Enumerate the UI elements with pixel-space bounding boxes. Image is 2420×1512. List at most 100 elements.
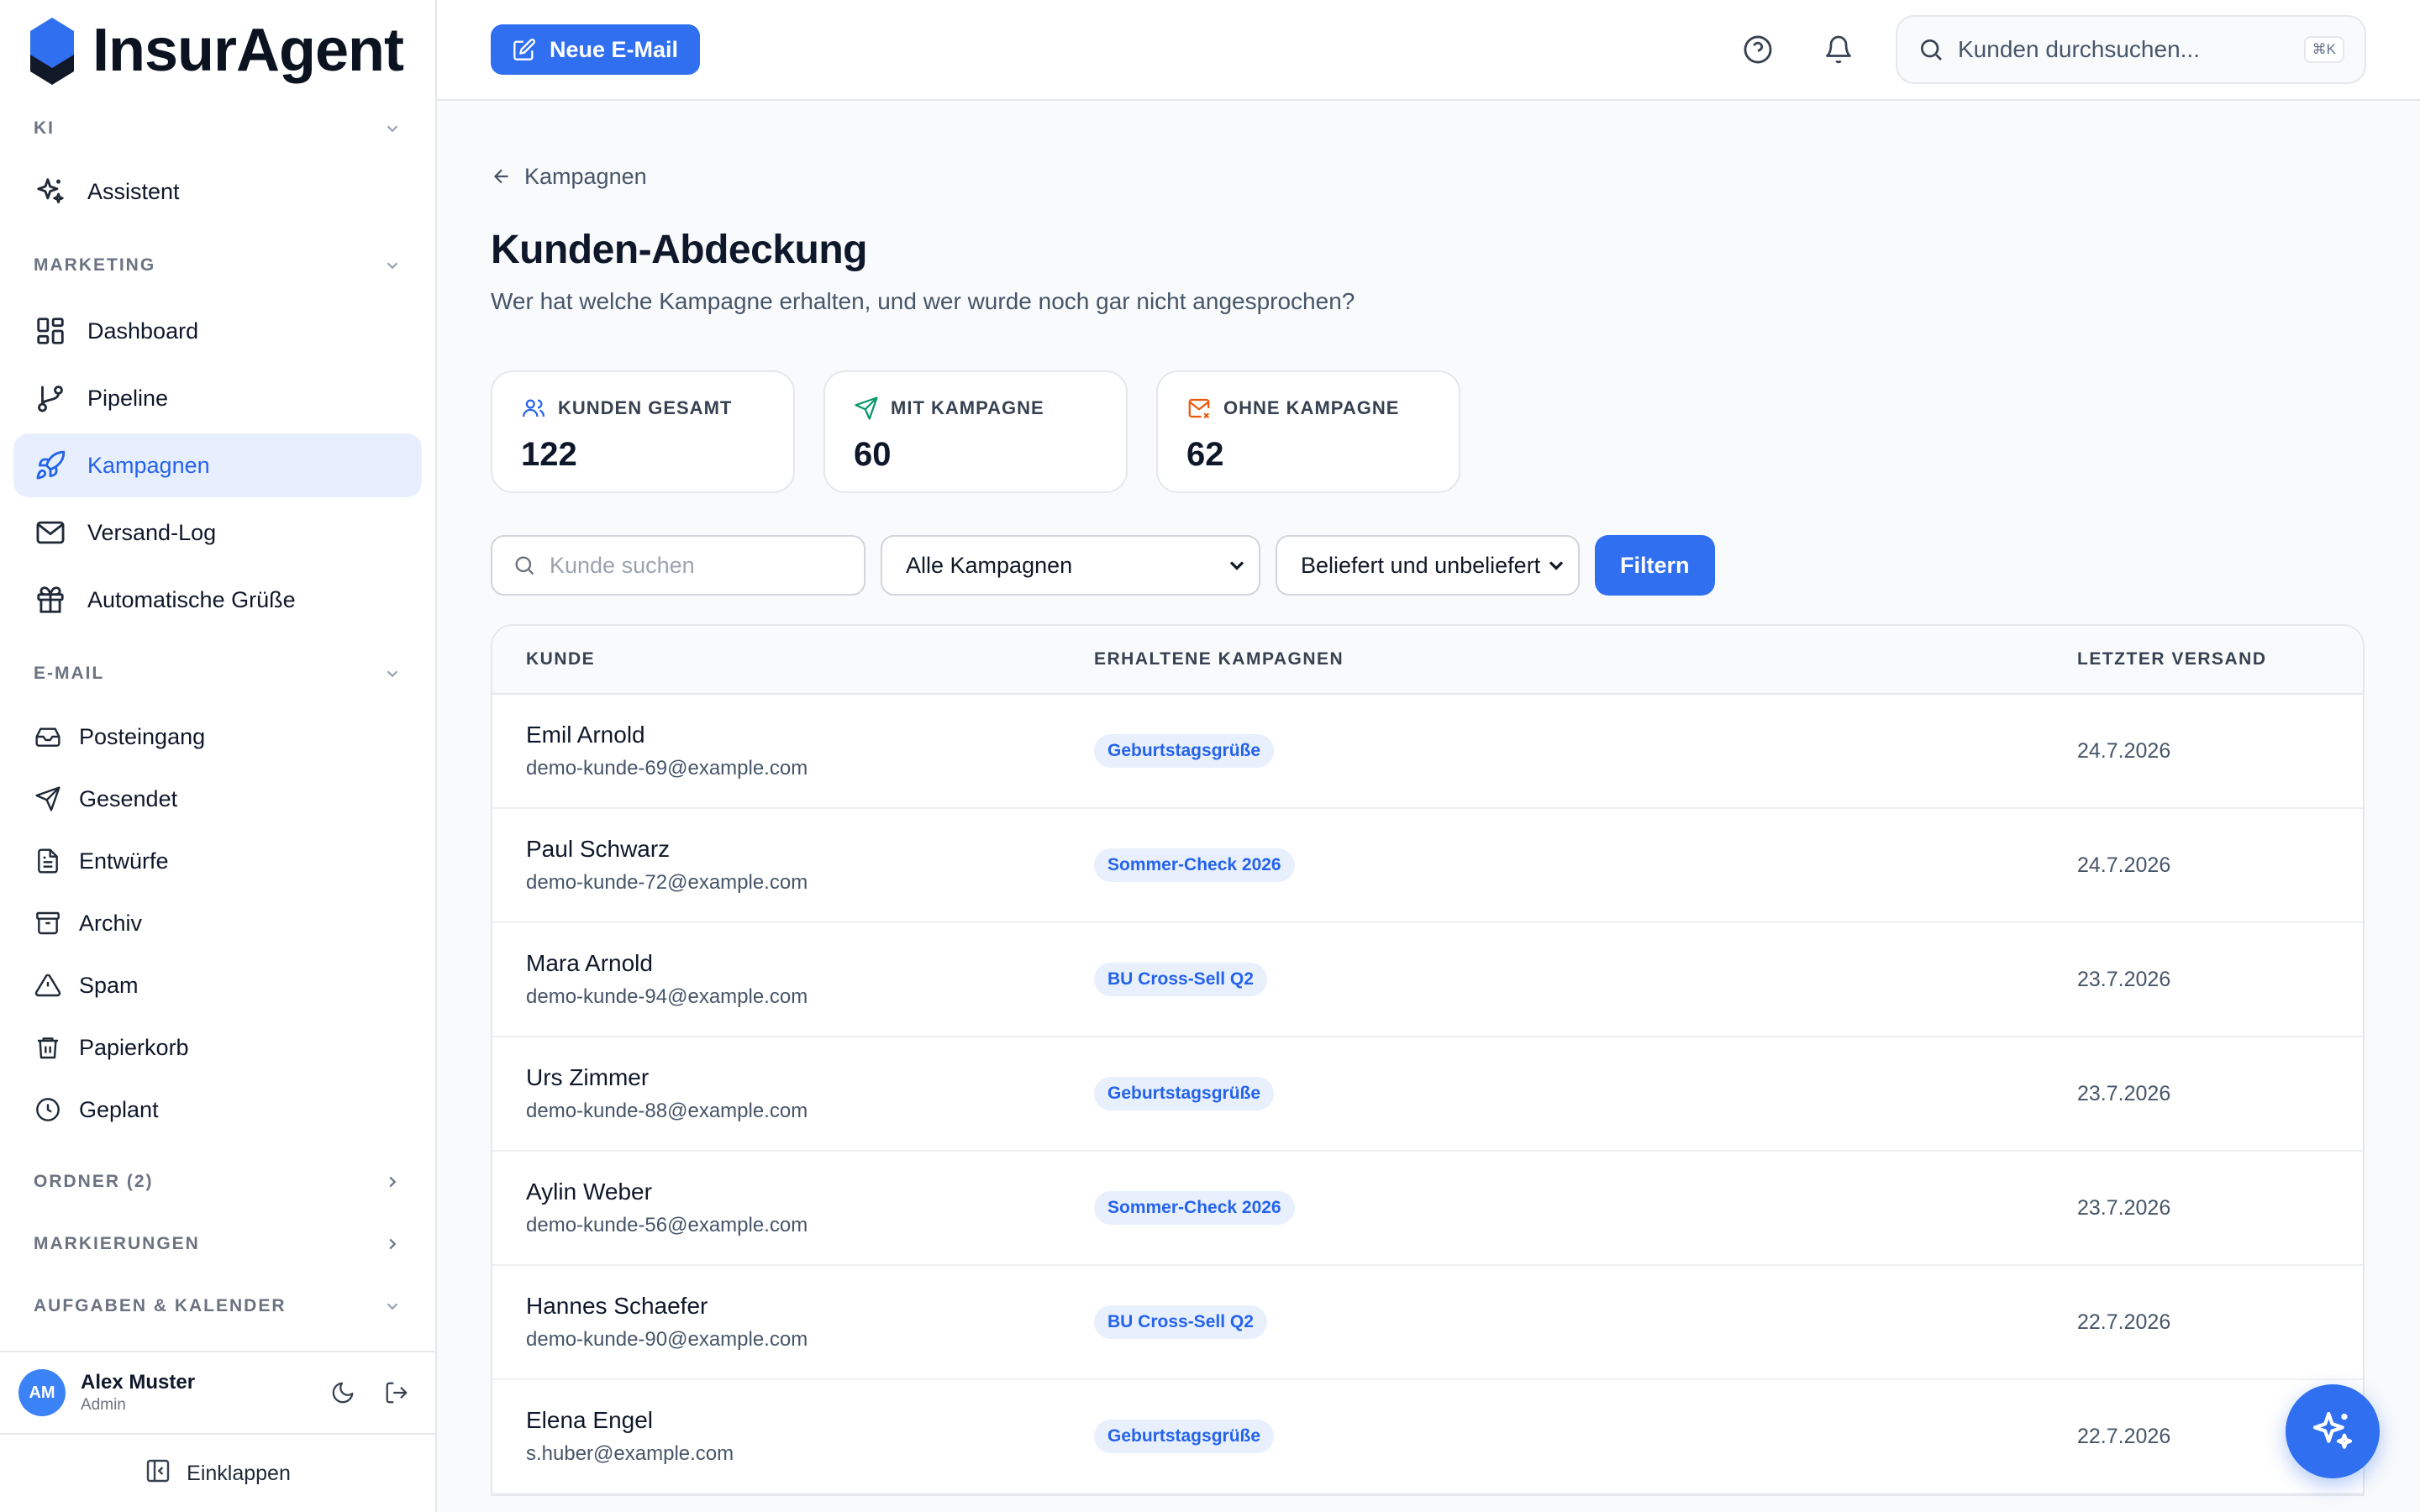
campaign-tag[interactable]: BU Cross-Sell Q2 (1094, 1305, 1267, 1339)
table-row[interactable]: Urs Zimmer demo-kunde-88@example.com Gebur… (492, 1037, 2363, 1152)
customer-cell: Mara Arnold demo-kunde-94@example.com (492, 950, 1094, 1009)
sidebar-item-entwuerfe[interactable]: Entwürfe (13, 832, 422, 890)
collapse-sidebar-button[interactable]: Einklappen (0, 1433, 435, 1512)
column-header-last-sent[interactable]: LETZTER VERSAND (2077, 649, 2363, 669)
chevron-right-icon (389, 1176, 397, 1188)
sidebar-item-automatische-gruesse[interactable]: Automatische Grüße (13, 568, 422, 632)
sidebar-item-geplant[interactable]: Geplant (13, 1080, 422, 1139)
section-email[interactable]: E-MAIL (13, 643, 422, 704)
rocket-icon (34, 449, 67, 482)
customer-search-input[interactable]: Kunden durchsuchen... ⌘K (1896, 15, 2366, 84)
notifications-button[interactable] (1815, 26, 1862, 73)
campaign-select[interactable]: Alle Kampagnen (881, 535, 1260, 596)
customer-cell: Elena Engel s.huber@example.com (492, 1407, 1094, 1466)
customer-name[interactable]: Emil Arnold (526, 722, 1094, 748)
section-title: E-MAIL (34, 664, 105, 683)
last-sent-date: 23.7.2026 (2077, 967, 2171, 991)
sidebar-item-gesendet[interactable]: Gesendet (13, 769, 422, 828)
sidebar-item-assistent[interactable]: Assistent (13, 160, 422, 223)
customer-filter-input[interactable]: Kunde suchen (491, 535, 865, 596)
section-markierungen[interactable]: MARKIERUNGEN (13, 1213, 422, 1275)
mail-icon (34, 516, 67, 549)
customer-name[interactable]: Urs Zimmer (526, 1064, 1094, 1091)
git-branch-icon (34, 381, 67, 415)
campaigns-cell: Geburtstagsgrüße (1094, 734, 2077, 768)
filter-button[interactable]: Filtern (1595, 535, 1715, 596)
back-link[interactable]: Kampagnen (491, 160, 2366, 193)
sidebar-item-label: Versand-Log (87, 519, 217, 545)
new-email-button[interactable]: Neue E-Mail (491, 24, 701, 75)
table-row[interactable]: Hannes Schaefer demo-kunde-90@example.com… (492, 1266, 2363, 1380)
column-header-campaigns[interactable]: ERHALTENE KAMPAGNEN (1094, 649, 2077, 669)
mail-x-icon (1186, 396, 1212, 421)
table-row[interactable]: Emil Arnold demo-kunde-69@example.com Gebu… (492, 695, 2363, 809)
table-row[interactable]: Paul Schwarz demo-kunde-72@example.com Som… (492, 809, 2363, 923)
sidebar-item-pipeline[interactable]: Pipeline (13, 366, 422, 430)
stats: KUNDEN GESAMT 122 MIT KAMPAGNE 60 OHNE K… (491, 370, 2366, 493)
campaign-select-value: Alle Kampagnen (906, 552, 1073, 578)
sidebar-item-kampagnen[interactable]: Kampagnen (13, 433, 422, 497)
sidebar-item-papierkorb[interactable]: Papierkorb (13, 1018, 422, 1077)
customer-email: demo-kunde-94@example.com (526, 985, 808, 1008)
delivery-select[interactable]: Beliefert und unbeliefert (1276, 535, 1580, 596)
campaigns-cell: Geburtstagsgrüße (1094, 1420, 2077, 1453)
last-sent-date: 22.7.2026 (2077, 1424, 2171, 1448)
customer-name[interactable]: Aylin Weber (526, 1179, 1094, 1205)
sidebar-item-dashboard[interactable]: Dashboard (13, 299, 422, 363)
customer-name[interactable]: Hannes Schaefer (526, 1293, 1094, 1320)
campaign-tag[interactable]: Geburtstagsgrüße (1094, 1077, 1275, 1110)
delivery-select-value: Beliefert und unbeliefert (1301, 552, 1541, 578)
chevron-down-icon (387, 1303, 398, 1310)
section-title: AUFGABEN & KALENDER (34, 1296, 287, 1315)
customer-name[interactable]: Elena Engel (526, 1407, 1094, 1434)
customer-name[interactable]: Mara Arnold (526, 950, 1094, 977)
users-icon (521, 396, 546, 421)
warning-icon (34, 971, 62, 1000)
theme-toggle-button[interactable] (323, 1373, 363, 1413)
table-row[interactable]: Aylin Weber demo-kunde-56@example.com Somm… (492, 1152, 2363, 1266)
sidebar-item-label: Automatische Grüße (87, 586, 296, 612)
bell-icon (1826, 35, 1851, 64)
table-body: Emil Arnold demo-kunde-69@example.com Gebu… (492, 695, 2363, 1494)
section-aufgaben-kalender[interactable]: AUFGABEN & KALENDER (13, 1275, 422, 1337)
section-marketing[interactable]: MARKETING (13, 235, 422, 296)
sidebar-item-archiv[interactable]: Archiv (13, 894, 422, 953)
campaign-tag[interactable]: Geburtstagsgrüße (1094, 1420, 1275, 1453)
chevron-right-icon (389, 1238, 397, 1250)
file-icon (34, 847, 62, 875)
moon-icon (332, 1382, 354, 1404)
customer-name[interactable]: Paul Schwarz (526, 836, 1094, 863)
avatar[interactable]: AM (18, 1369, 66, 1416)
user-role: Admin (81, 1396, 126, 1414)
sidebar-item-versand-log[interactable]: Versand-Log (13, 501, 422, 564)
column-header-customer[interactable]: KUNDE (492, 649, 1094, 669)
search-icon (1918, 36, 1944, 63)
chevron-down-icon (1544, 554, 1568, 577)
logo[interactable]: InsurAgent (0, 0, 435, 101)
last-sent-cell: 24.7.2026 (2077, 739, 2363, 764)
sidebar-item-label: Entwürfe (79, 848, 169, 874)
table-row[interactable]: Mara Arnold demo-kunde-94@example.com BU C… (492, 923, 2363, 1037)
campaigns-cell: Sommer-Check 2026 (1094, 1191, 2077, 1225)
campaign-tag[interactable]: Sommer-Check 2026 (1094, 848, 1295, 882)
section-ki[interactable]: KI (13, 101, 422, 156)
sparkles-icon (34, 175, 67, 208)
search-icon (513, 554, 536, 577)
customer-email: s.huber@example.com (526, 1442, 734, 1465)
sidebar-item-label: Kampagnen (87, 452, 210, 478)
send-icon (854, 396, 879, 421)
help-button[interactable] (1734, 26, 1781, 73)
logout-button[interactable] (376, 1373, 417, 1413)
trash-icon (34, 1033, 62, 1062)
last-sent-cell: 23.7.2026 (2077, 1196, 2363, 1221)
sidebar-item-posteingang[interactable]: Posteingang (13, 707, 422, 766)
campaign-tag[interactable]: Sommer-Check 2026 (1094, 1191, 1295, 1225)
sidebar-item-spam[interactable]: Spam (13, 956, 422, 1015)
sidebar-item-label: Pipeline (87, 385, 169, 411)
table-row[interactable]: Elena Engel s.huber@example.com Geburtstag… (492, 1380, 2363, 1494)
new-email-label: Neue E-Mail (550, 36, 679, 62)
ai-assistant-button[interactable] (2286, 1384, 2380, 1478)
section-ordner[interactable]: ORDNER (2) (13, 1151, 422, 1213)
campaign-tag[interactable]: BU Cross-Sell Q2 (1094, 963, 1267, 996)
campaign-tag[interactable]: Geburtstagsgrüße (1094, 734, 1275, 768)
